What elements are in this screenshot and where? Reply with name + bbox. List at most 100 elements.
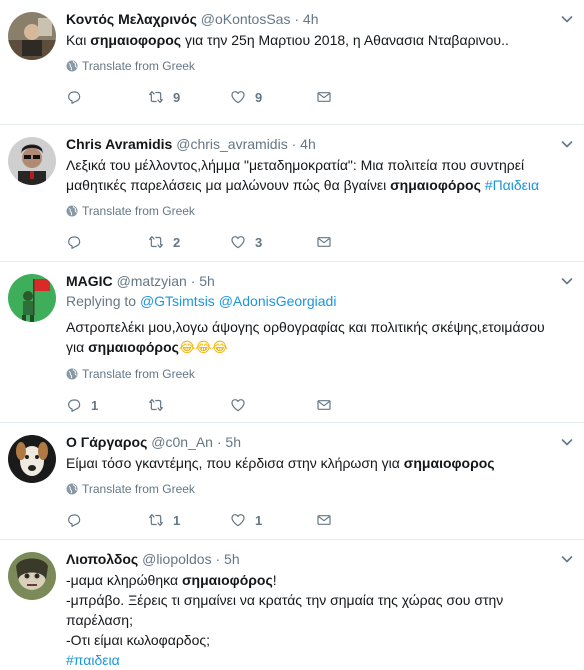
text-segment: για <box>66 339 89 355</box>
highlighted-term: σημαιοφόρος <box>88 339 179 355</box>
text-segment: Αστροπελέκι μου,λογω άψογης ορθογραφίας … <box>66 319 545 335</box>
chevron-down-icon[interactable] <box>560 137 574 151</box>
direct-message-button[interactable] <box>316 89 356 105</box>
like-button[interactable]: 9 <box>230 89 316 105</box>
tweet[interactable]: Λιοπολδος @liopoldos · 5h -μαμα κληρώθηκ… <box>0 540 584 670</box>
tweet[interactable]: Ο Γάργαρος @c0n_An · 5h Είμαι τόσο γκαντ… <box>0 423 584 540</box>
hashtag-link[interactable]: #παιδεια <box>66 652 120 668</box>
heart-icon <box>230 397 246 413</box>
display-name[interactable]: Ο Γάργαρος <box>66 434 147 450</box>
text-segment: παρέλαση; <box>66 612 133 628</box>
avatar[interactable] <box>8 137 56 185</box>
avatar[interactable] <box>8 12 56 60</box>
reply-button[interactable]: 1 <box>66 397 148 413</box>
user-handle[interactable]: @oKontosSas <box>201 11 291 27</box>
user-handle[interactable]: @chris_avramidis <box>176 136 287 152</box>
highlighted-term: σημαιοφορος <box>403 455 495 471</box>
reply-icon <box>66 512 82 528</box>
replying-label: Replying to <box>66 293 137 309</box>
reply-button[interactable] <box>66 89 148 105</box>
chevron-down-icon[interactable] <box>560 274 574 288</box>
tweet[interactable]: Chris Avramidis @chris_avramidis · 4h Λε… <box>0 125 584 262</box>
translate-label: Translate from Greek <box>82 367 195 381</box>
text-segment: -μπράβο. Ξέρεις τι σημαίνει να κρατάς τη… <box>66 592 504 608</box>
user-handle[interactable]: @c0n_An <box>151 434 213 450</box>
translate-link[interactable]: Translate from Greek <box>66 202 572 220</box>
highlighted-term: σημαιοφόρος <box>181 572 273 588</box>
reply-icon <box>66 397 82 413</box>
globe-icon <box>66 483 78 495</box>
chevron-down-icon[interactable] <box>560 435 574 449</box>
like-count: 1 <box>255 512 263 528</box>
direct-message-button[interactable] <box>316 234 356 250</box>
mention-link[interactable]: @GTsimtsis <box>140 293 215 309</box>
like-button[interactable] <box>230 397 316 413</box>
direct-message-button[interactable] <box>316 397 356 413</box>
text-segment: -μαμα κληρώθηκα <box>66 572 182 588</box>
retweet-icon <box>148 397 164 413</box>
replying-to: Replying to @GTsimtsis @AdonisGeorgiadi <box>66 291 572 311</box>
separator-dot: · <box>291 136 297 152</box>
translate-link[interactable]: Translate from Greek <box>66 365 572 383</box>
retweet-button[interactable] <box>148 397 230 413</box>
envelope-icon <box>316 512 332 528</box>
separator-dot: · <box>216 434 222 450</box>
text-segment: μαθητικές παρελάσεις μα μαλώνουν πώς θα … <box>66 177 391 193</box>
tweet-header: MAGIC @matzyian · 5h <box>66 272 572 291</box>
text-segment: Είμαι τόσο γκαντέμης, που κέρδισα στην κ… <box>66 455 404 471</box>
reply-button[interactable] <box>66 512 148 528</box>
text-segment: για την 25η Μαρτιου 2018, η Αθανασια Ντα… <box>181 32 509 48</box>
tweet-actions: 1 <box>66 387 572 423</box>
text-segment: -Οτι είμαι κωλοφαρδος; <box>66 632 211 648</box>
separator-dot: · <box>190 273 196 289</box>
timestamp[interactable]: 5h <box>225 434 241 450</box>
timestamp[interactable]: 5h <box>199 273 215 289</box>
reply-button[interactable] <box>66 234 148 250</box>
tweet[interactable]: Κοντός Μελαχρινός @oKontosSas · 4h Και σ… <box>0 0 584 125</box>
avatar[interactable] <box>8 552 56 600</box>
translate-link[interactable]: Translate from Greek <box>66 480 572 498</box>
reply-icon <box>66 89 82 105</box>
hashtag-link[interactable]: #Παιδεια <box>485 177 539 193</box>
retweet-button[interactable]: 1 <box>148 512 230 528</box>
tweet[interactable]: MAGIC @matzyian · 5h Replying to @GTsimt… <box>0 262 584 423</box>
user-handle[interactable]: @liopoldos <box>142 551 211 567</box>
user-handle[interactable]: @matzyian <box>117 273 187 289</box>
retweet-button[interactable]: 2 <box>148 234 230 250</box>
translate-link[interactable]: Translate from Greek <box>66 57 572 75</box>
text-segment: Και <box>66 32 91 48</box>
timestamp[interactable]: 5h <box>224 551 240 567</box>
like-count: 3 <box>255 234 263 250</box>
globe-icon <box>66 368 78 380</box>
tweet-actions: 1 1 <box>66 502 572 538</box>
chevron-down-icon[interactable] <box>560 552 574 566</box>
reply-icon <box>66 234 82 250</box>
separator-dot: · <box>215 551 221 567</box>
heart-icon <box>230 512 246 528</box>
timestamp[interactable]: 4h <box>300 136 316 152</box>
direct-message-button[interactable] <box>316 512 356 528</box>
tweet-text: Και σημαιοφορος για την 25η Μαρτιου 2018… <box>66 30 572 50</box>
display-name[interactable]: Chris Avramidis <box>66 136 172 152</box>
envelope-icon <box>316 397 332 413</box>
text-segment: ! <box>272 572 277 588</box>
retweet-icon <box>148 512 164 528</box>
display-name[interactable]: Λιοπολδος <box>66 551 138 567</box>
like-button[interactable]: 1 <box>230 512 316 528</box>
mention-link[interactable]: @AdonisGeorgiadi <box>219 293 337 309</box>
chevron-down-icon[interactable] <box>560 12 574 26</box>
avatar[interactable] <box>8 435 56 483</box>
envelope-icon <box>316 89 332 105</box>
retweet-button[interactable]: 9 <box>148 89 230 105</box>
reply-count: 1 <box>91 397 99 413</box>
avatar[interactable] <box>8 274 56 322</box>
display-name[interactable]: MAGIC <box>66 273 113 289</box>
timestamp[interactable]: 4h <box>303 11 319 27</box>
globe-icon <box>66 205 78 217</box>
display-name[interactable]: Κοντός Μελαχρινός <box>66 11 197 27</box>
tweet-text: Είμαι τόσο γκαντέμης, που κέρδισα στην κ… <box>66 453 572 473</box>
highlighted-term: σημαιοφόρος <box>390 177 481 193</box>
envelope-icon <box>316 234 332 250</box>
like-button[interactable]: 3 <box>230 234 316 250</box>
retweet-count: 1 <box>173 512 181 528</box>
